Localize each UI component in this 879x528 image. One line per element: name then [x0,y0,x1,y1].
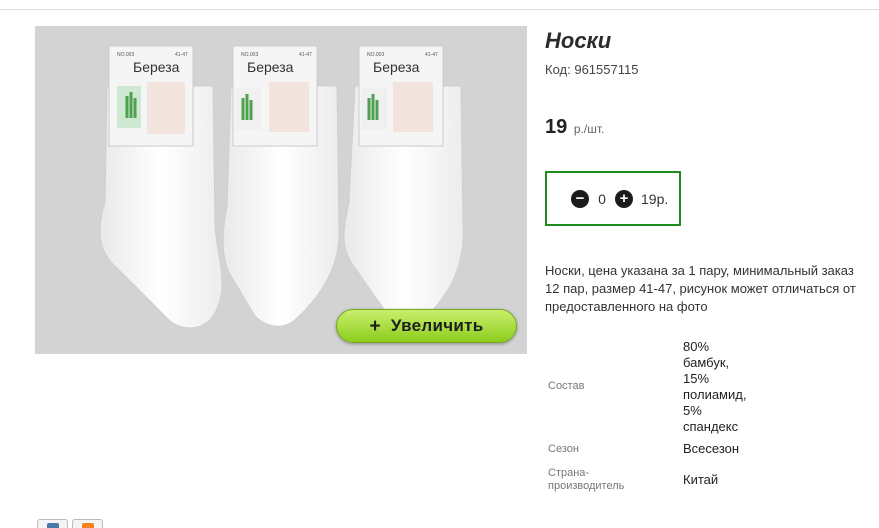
price-unit: р./шт. [573,122,605,136]
product-photo[interactable]: NO.003 41-47 Береза NO.003 41-47 Береза … [35,26,527,354]
sock-2: NO.003 41-47 Береза [222,45,340,327]
specs-table: Состав 80% бамбук, 15% полиамид, 5% спан… [545,338,845,497]
spec-season-value: Всесезон [683,441,740,456]
tag-brand-1: Береза [133,59,180,75]
social-share [37,519,103,528]
minus-icon[interactable]: − [571,189,589,208]
top-divider [0,9,879,10]
spec-country-label: Страна- производитель [545,467,683,493]
composition-line: 5% [683,402,702,418]
composition-line: 15% [683,370,710,386]
tag-size-2: 41-47 [299,52,312,58]
spec-composition-label: Состав [548,380,585,392]
quantity-stepper: − 0 + 19р. [545,171,681,226]
product-title: Носки [545,28,612,53]
vk-icon[interactable] [37,519,68,528]
price-value: 19 [545,116,568,138]
zoom-button[interactable]: + Увеличить [336,309,517,343]
zoom-plus-icon: + [369,315,381,337]
spec-country-label-line2: производитель [548,480,625,492]
spec-row-country: Страна- производитель Китай [545,463,845,497]
spec-row-season: Сезон Всесезон [545,435,845,463]
sock-1: NO.003 41-47 Береза [99,45,223,329]
tag-brand-3: Береза [373,59,420,75]
spec-row-composition: Состав 80% бамбук, 15% полиамид, 5% спан… [545,338,845,435]
composition-line: бамбук, [683,354,730,370]
product-code-label: Код: [545,62,571,77]
product-code-value: 961557115 [574,62,639,77]
zoom-button-label: Увеличить [390,316,484,335]
quantity-value[interactable]: 0 [589,191,615,207]
odnoklassniki-icon[interactable] [72,519,103,528]
tag-code-1: NO.003 [117,52,134,58]
quantity-total: 19р. [641,190,669,207]
tag-code-2: NO.003 [241,52,258,58]
product-price: 19 р./шт. [545,116,604,139]
spec-season-label: Сезон [548,442,579,455]
tag-code-3: NO.003 [367,52,384,58]
tag-size-1: 41-47 [175,52,188,58]
composition-line: спандекс [683,418,739,434]
sock-3: NO.003 41-47 Береза [343,45,464,323]
composition-line: полиамид, [683,386,747,402]
tag-brand-2: Береза [247,59,294,75]
spec-country-label-line1: Страна- [548,467,590,479]
product-description: Носки, цена указана за 1 пару, минимальн… [545,263,856,314]
composition-line: 80% [683,338,710,354]
plus-icon[interactable]: + [615,189,633,208]
spec-country-value: Китай [683,472,719,487]
tag-size-3: 41-47 [425,52,438,58]
product-code: Код: 961557115 [545,62,638,77]
spec-composition-value: 80% бамбук, 15% полиамид, 5% спандекс [683,339,763,435]
socks-illustration: NO.003 41-47 Береза NO.003 41-47 Береза … [99,45,464,329]
